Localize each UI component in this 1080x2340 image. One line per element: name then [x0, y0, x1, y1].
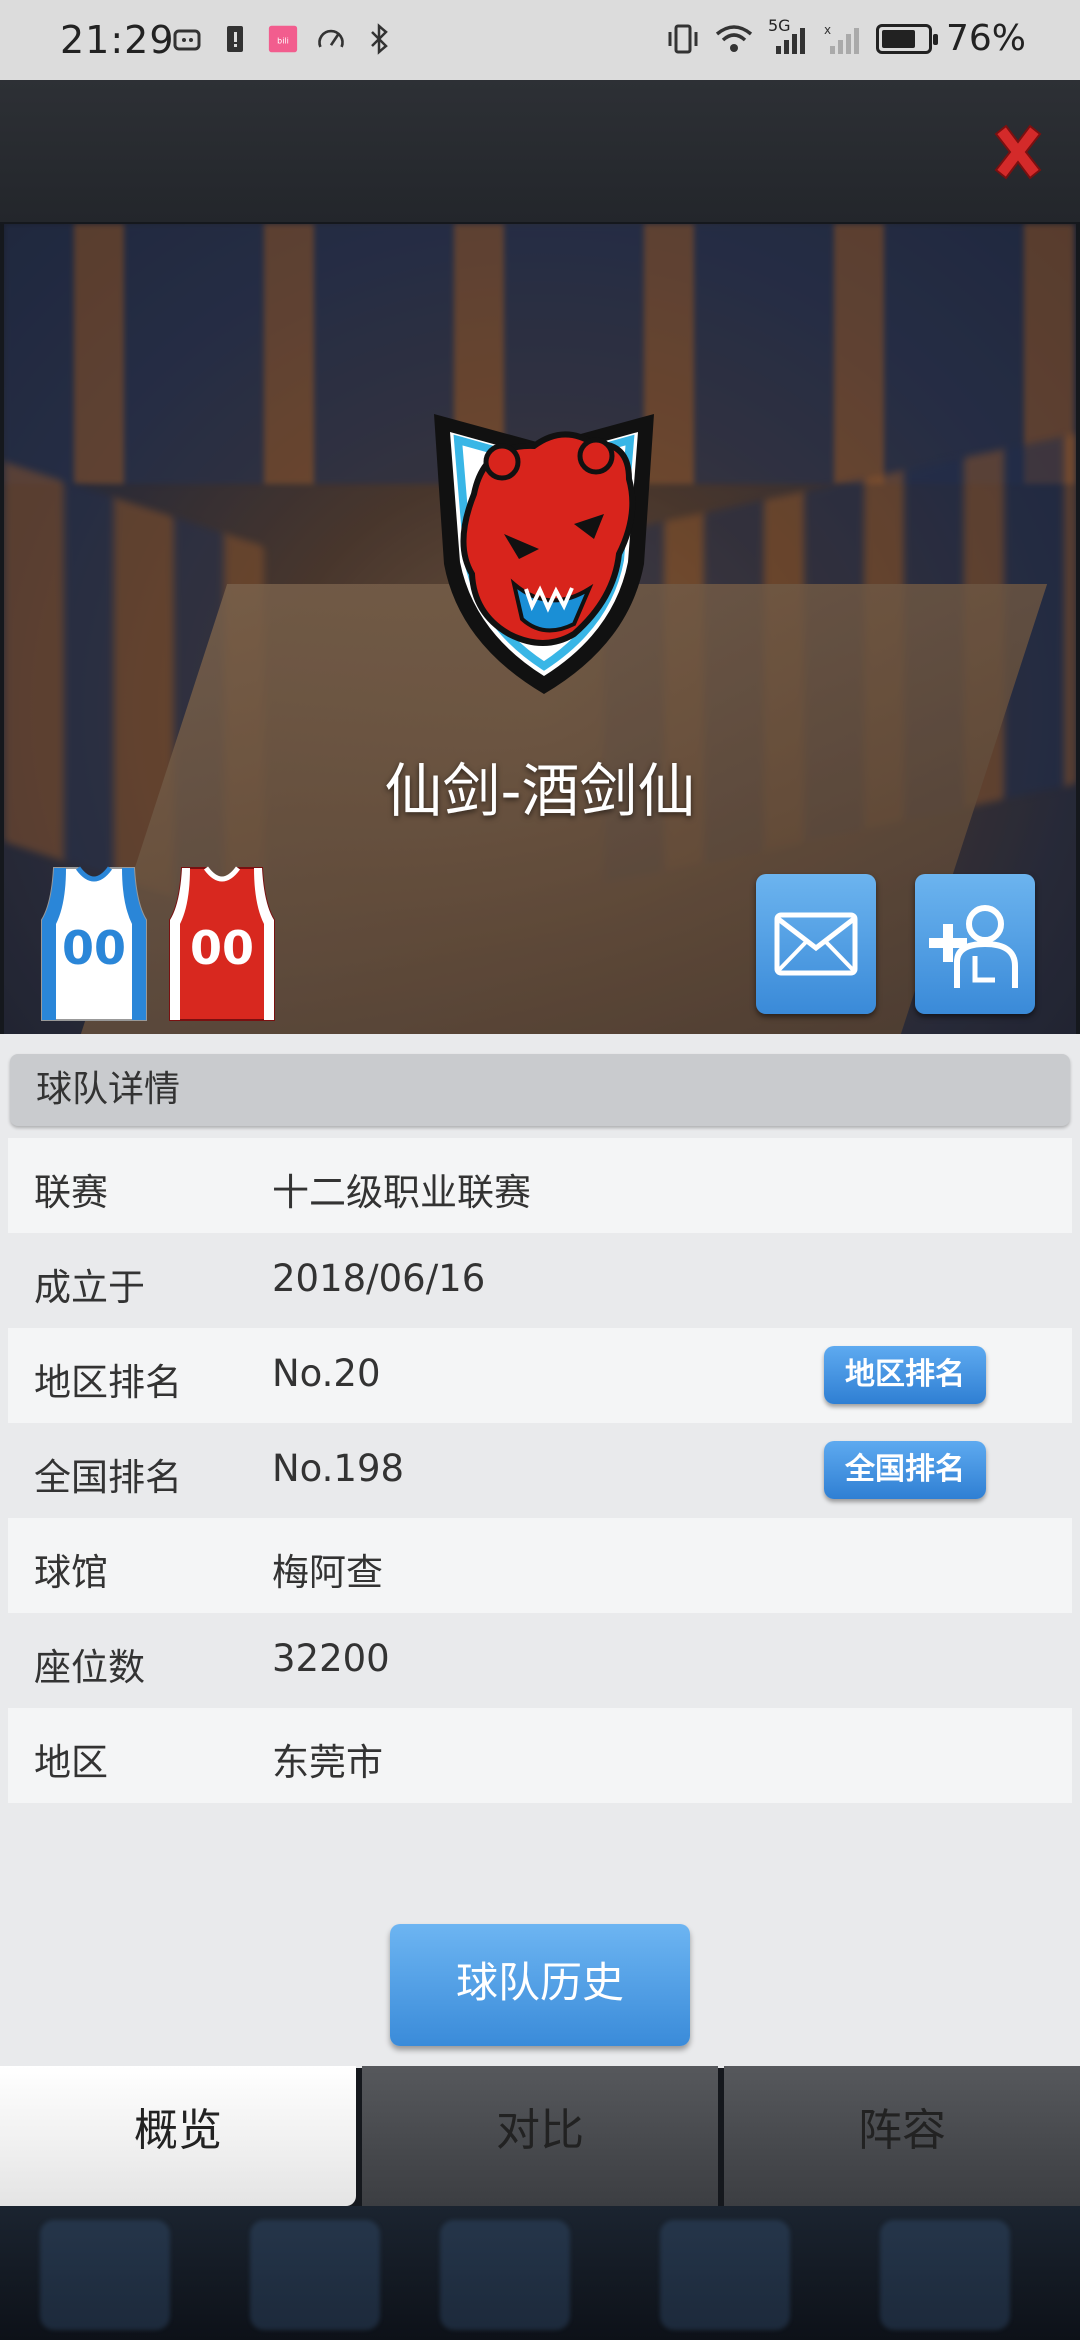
detail-value: 东莞市	[272, 1741, 383, 1784]
detail-label: 全国排名	[34, 1456, 182, 1499]
detail-row-seats: 座位数 32200	[8, 1613, 1072, 1708]
mail-icon	[774, 912, 858, 976]
message-button[interactable]	[756, 874, 876, 1014]
status-time: 21:29	[60, 18, 175, 62]
national-rank-button[interactable]: 全国排名	[824, 1441, 986, 1499]
tab-compare[interactable]: 对比	[362, 2066, 718, 2206]
vibrate-icon	[668, 24, 698, 53]
tab-roster[interactable]: 阵容	[724, 2066, 1080, 2206]
home-jersey-number: 00	[62, 921, 126, 975]
home-jersey-icon[interactable]: 00	[40, 864, 148, 1024]
close-x-icon[interactable]	[986, 120, 1050, 184]
svg-text:bili: bili	[277, 36, 289, 45]
svg-text:x: x	[824, 23, 831, 37]
title-bar	[0, 80, 1080, 222]
detail-row-arena: 球馆 梅阿查	[8, 1518, 1072, 1613]
detail-value: 十二级职业联赛	[272, 1171, 531, 1214]
bilibili-icon: bili	[268, 25, 298, 53]
detail-value: No.198	[272, 1447, 405, 1490]
background-menu-strip	[0, 2206, 1080, 2340]
details-list: 联赛 十二级职业联赛 成立于 2018/06/16 地区排名 No.20 地区排…	[8, 1138, 1072, 1803]
away-jersey-number: 00	[190, 921, 254, 975]
status-right: 5G x 76%	[666, 16, 1026, 59]
signal-off-icon: x	[824, 23, 859, 54]
battery-percent: 76%	[945, 18, 1026, 59]
detail-value: 梅阿查	[272, 1551, 383, 1594]
detail-label: 成立于	[34, 1266, 145, 1309]
detail-label: 座位数	[34, 1646, 145, 1689]
detail-label: 联赛	[34, 1171, 108, 1214]
detail-label: 地区	[34, 1741, 108, 1784]
network-label: 5G	[767, 15, 791, 35]
team-name: 仙剑-酒剑仙	[384, 757, 696, 825]
tab-overview[interactable]: 概览	[0, 2066, 356, 2206]
team-details-panel: 球队详情 联赛 十二级职业联赛 成立于 2018/06/16 地区排名 No.2…	[0, 1034, 1080, 2068]
detail-row-founded: 成立于 2018/06/16	[8, 1233, 1072, 1328]
tv-icon	[173, 29, 201, 51]
section-header: 球队详情	[10, 1054, 1070, 1126]
detail-label: 球馆	[34, 1551, 108, 1594]
signal-5g-icon: 5G	[768, 16, 808, 56]
detail-label: 地区排名	[34, 1361, 182, 1404]
status-notification-icons: bili	[172, 22, 394, 56]
speed-icon	[318, 29, 344, 48]
detail-row-league: 联赛 十二级职业联赛	[8, 1138, 1072, 1233]
detail-value: No.20	[272, 1352, 381, 1395]
regional-rank-button[interactable]: 地区排名	[824, 1346, 986, 1404]
team-logo	[434, 414, 654, 694]
detail-row-regional-rank: 地区排名 No.20 地区排名	[8, 1328, 1072, 1423]
add-player-icon	[929, 905, 1018, 988]
sim-alert-icon	[227, 26, 243, 52]
add-player-button[interactable]	[915, 874, 1035, 1014]
team-banner: 仙剑-酒剑仙 00 00	[4, 224, 1076, 1034]
detail-value: 2018/06/16	[272, 1257, 486, 1300]
bluetooth-icon	[371, 23, 388, 55]
detail-value: 32200	[272, 1637, 390, 1680]
bottom-tabs: 概览 对比 阵容	[0, 2066, 1080, 2206]
team-history-button[interactable]: 球队历史	[390, 1924, 690, 2046]
status-bar: 21:29 bili 5G x 76%	[0, 0, 1080, 80]
away-jersey-icon[interactable]: 00	[168, 864, 276, 1024]
wifi-icon	[715, 24, 753, 52]
detail-row-region: 地区 东莞市	[8, 1708, 1072, 1803]
detail-row-national-rank: 全国排名 No.198 全国排名	[8, 1423, 1072, 1518]
battery-icon	[875, 23, 938, 54]
